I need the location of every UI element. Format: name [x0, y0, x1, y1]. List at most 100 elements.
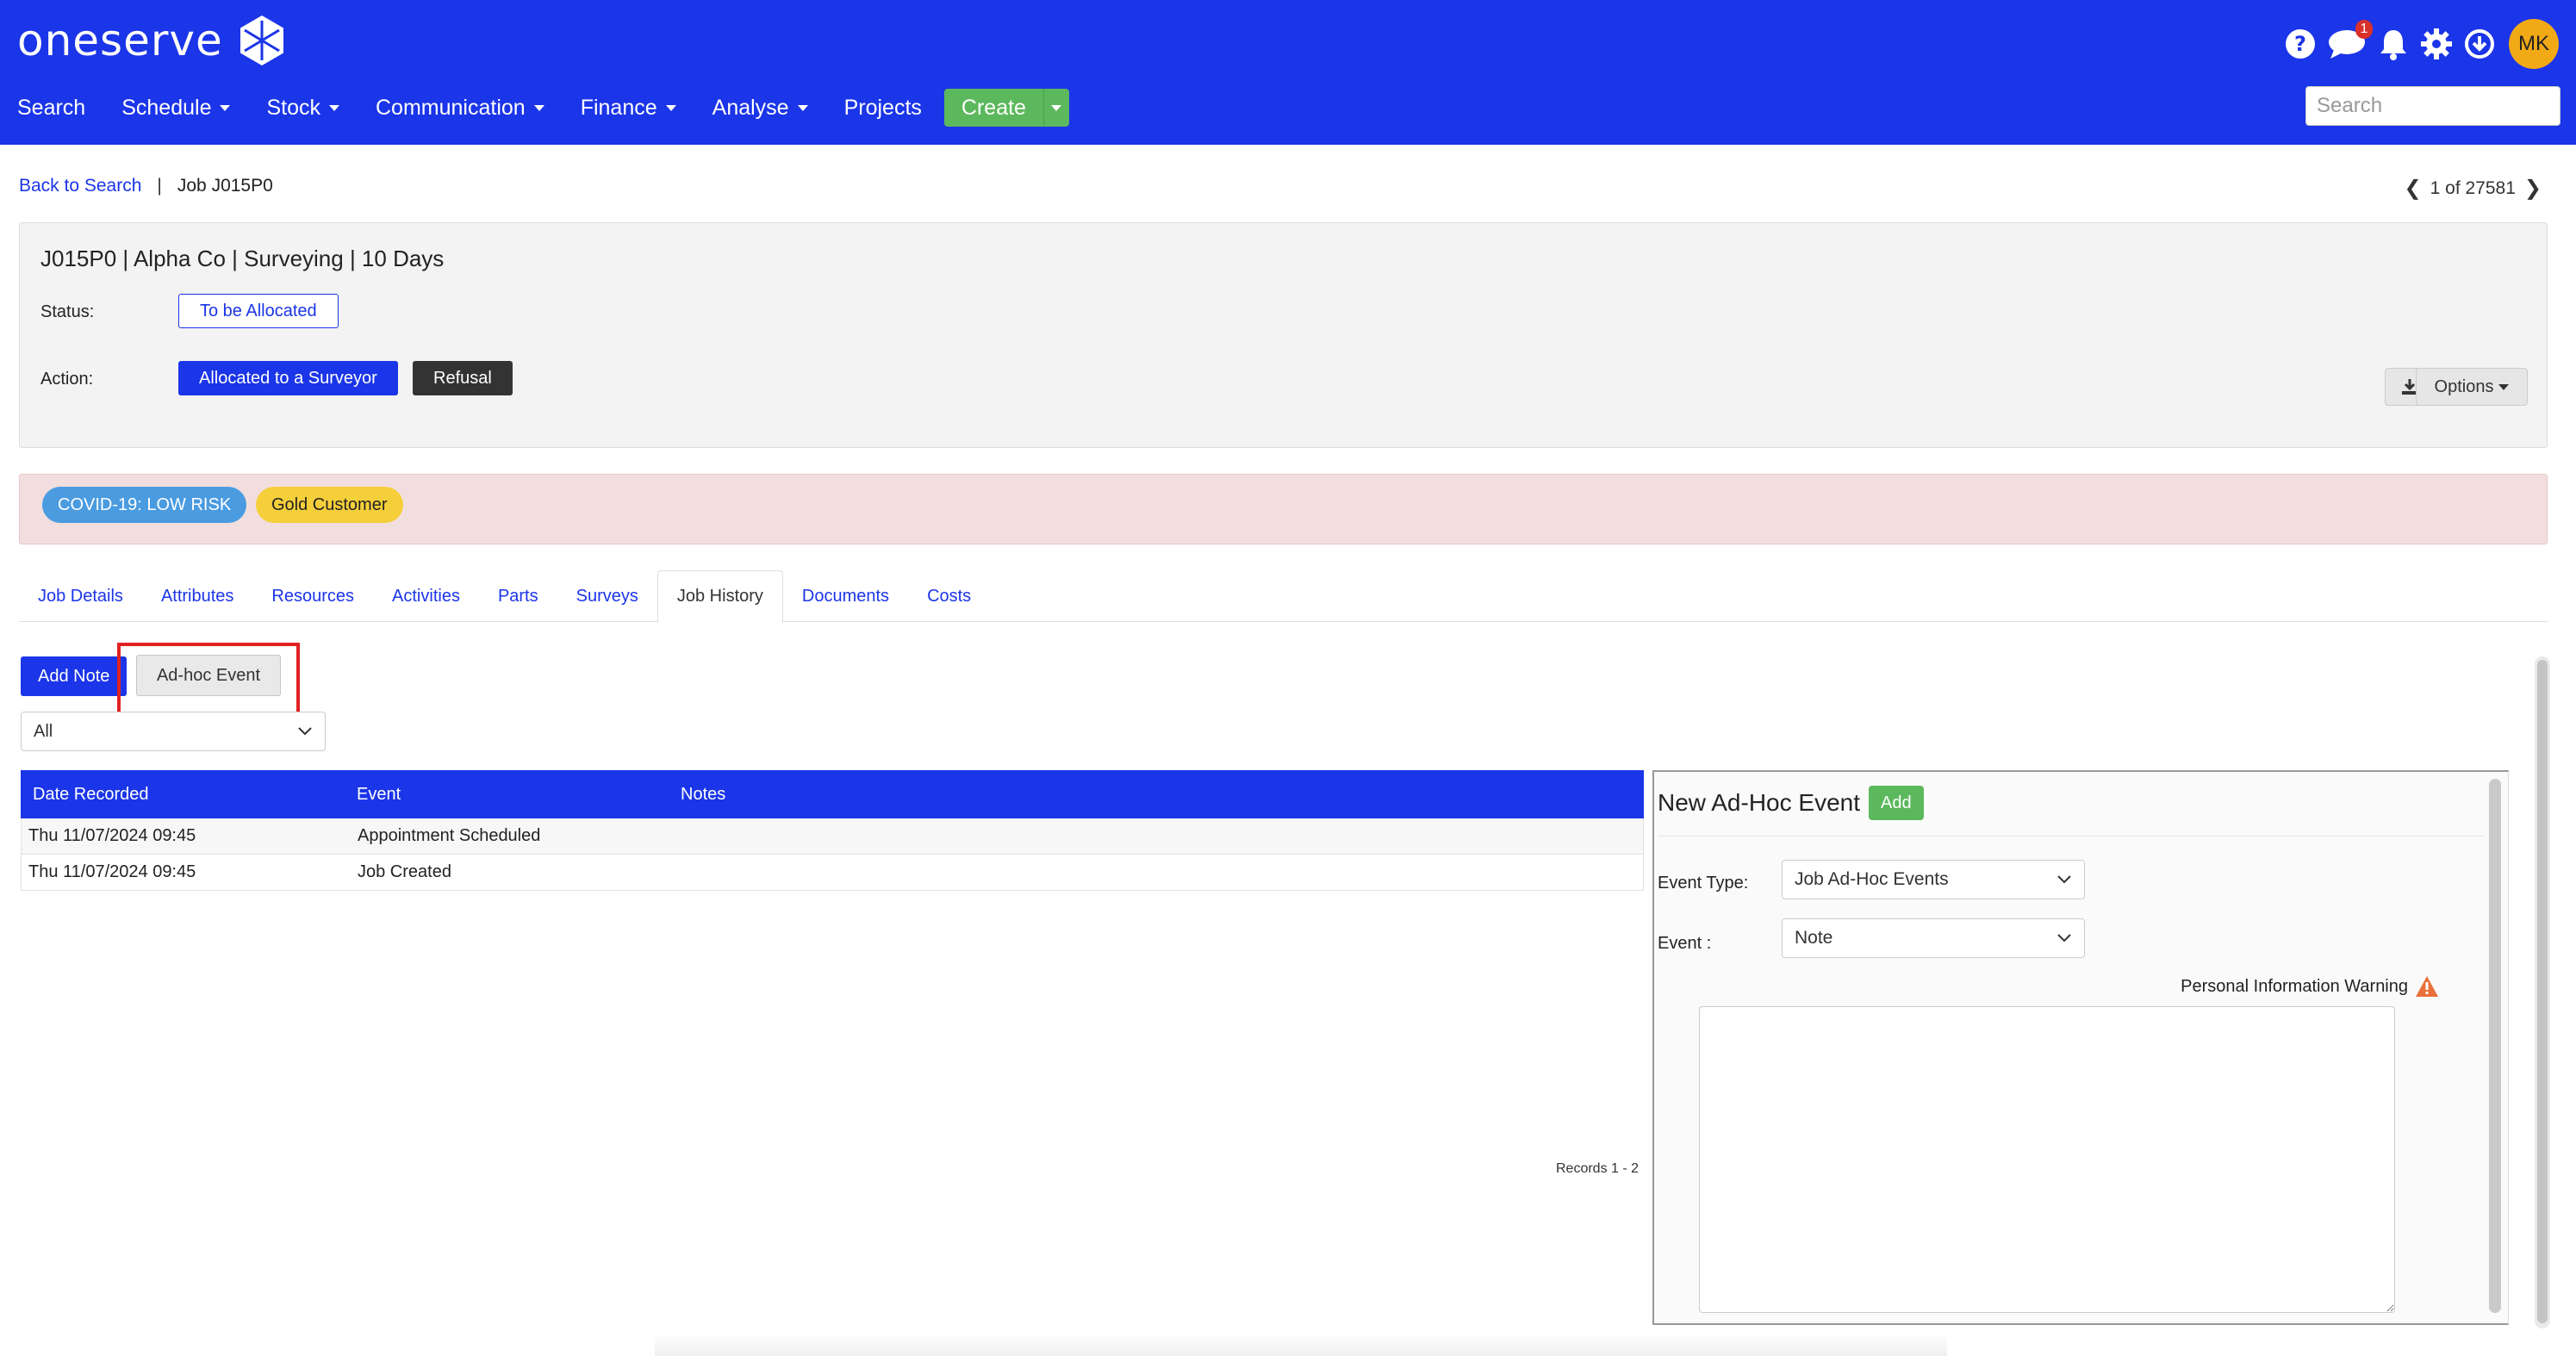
caret-down-icon: [533, 104, 544, 111]
tab-attributes[interactable]: Attributes: [142, 570, 252, 622]
caret-down-icon: [797, 104, 808, 111]
column-event[interactable]: Event: [345, 785, 669, 805]
column-date-recorded[interactable]: Date Recorded: [21, 785, 345, 805]
table-header: Date Recorded Event Notes: [21, 770, 1644, 818]
tab-costs[interactable]: Costs: [908, 570, 990, 622]
cell-event: Appointment Scheduled: [358, 826, 541, 845]
breadcrumb-current: Job J015P0: [177, 176, 273, 196]
create-button-group: Create: [943, 89, 1069, 127]
cell-event: Job Created: [358, 862, 451, 881]
record-pager: ❮ 1 of 27581 ❯: [2396, 176, 2550, 201]
logo[interactable]: oneserve: [17, 14, 289, 67]
tab-parts[interactable]: Parts: [479, 570, 557, 622]
caret-down-icon: [220, 104, 231, 111]
adhoc-panel-title: New Ad-Hoc Event: [1658, 789, 1860, 816]
adhoc-add-button[interactable]: Add: [1869, 786, 1924, 820]
logo-mark-icon: [240, 16, 283, 65]
tab-resources[interactable]: Resources: [252, 570, 373, 622]
page-scrollbar[interactable]: [2535, 656, 2550, 1328]
warning-text: Personal Information Warning: [2181, 976, 2408, 996]
main-nav: Search Schedule Stock Communication Fina…: [17, 86, 1069, 129]
nav-label: Finance: [580, 95, 657, 120]
history-filter-select[interactable]: All: [21, 712, 326, 751]
nav-analyse[interactable]: Analyse: [712, 96, 808, 121]
job-summary-panel: J015P0 | Alpha Co | Surveying | 10 Days …: [19, 222, 2548, 448]
event-select[interactable]: Note: [1782, 918, 2085, 958]
chevron-down-icon: [298, 727, 312, 736]
nav-label: Search: [17, 95, 86, 120]
nav-search[interactable]: Search: [17, 96, 85, 121]
add-note-button[interactable]: Add Note: [21, 656, 128, 696]
adhoc-panel-header: New Ad-Hoc Event Add: [1658, 786, 1924, 820]
chevron-left-icon[interactable]: ❮: [2405, 176, 2422, 201]
nav-communication[interactable]: Communication: [376, 96, 544, 121]
download-circle-icon[interactable]: [2462, 27, 2497, 61]
highlight-annotation-box: [117, 643, 300, 717]
table-row[interactable]: Thu 11/07/2024 09:45 Appointment Schedul…: [21, 818, 1644, 855]
panel-scrollbar[interactable]: [2489, 779, 2501, 1313]
back-to-search-link[interactable]: Back to Search: [19, 176, 141, 196]
chevron-down-icon: [2057, 934, 2071, 942]
event-type-value: Job Ad-Hoc Events: [1795, 869, 1949, 889]
create-dropdown-toggle[interactable]: [1042, 89, 1069, 127]
filter-value: All: [34, 721, 53, 741]
nav-label: Stock: [266, 95, 320, 120]
warning-icon[interactable]: [2415, 975, 2439, 998]
create-button[interactable]: Create: [943, 89, 1043, 127]
nav-projects[interactable]: Projects: [844, 96, 922, 121]
new-adhoc-event-panel: New Ad-Hoc Event Add Event Type: Job Ad-…: [1652, 770, 2509, 1325]
nav-label: Schedule: [121, 95, 212, 120]
options-label: Options: [2434, 376, 2494, 396]
nav-schedule[interactable]: Schedule: [121, 95, 231, 121]
global-search-input[interactable]: [2305, 86, 2560, 126]
nav-label: Analyse: [712, 95, 789, 120]
caret-down-icon: [665, 104, 676, 111]
top-navbar: oneserve Search Schedule Stock Communica…: [0, 0, 2576, 145]
status-label: Status:: [40, 302, 95, 321]
event-label: Event :: [1658, 934, 1712, 953]
column-notes[interactable]: Notes: [669, 785, 1644, 805]
gold-customer-badge: Gold Customer: [256, 487, 403, 523]
history-table: Date Recorded Event Notes Thu 11/07/2024…: [21, 770, 1644, 891]
options-dropdown-button[interactable]: Options: [2416, 368, 2528, 406]
adhoc-notes-textarea[interactable]: [1699, 1006, 2395, 1313]
nav-finance[interactable]: Finance: [581, 96, 676, 121]
nav-stock[interactable]: Stock: [266, 96, 339, 121]
tab-job-history[interactable]: Job History: [656, 570, 783, 623]
job-tabs: Job Details Attributes Resources Activit…: [19, 570, 2548, 623]
chevron-right-icon[interactable]: ❯: [2524, 176, 2542, 201]
status-badge[interactable]: To be Allocated: [178, 294, 339, 328]
nav-label: Communication: [376, 95, 526, 120]
page-scrollbar-thumb[interactable]: [2537, 660, 2548, 1323]
logo-text: oneserve: [17, 16, 223, 65]
bell-icon[interactable]: [2376, 27, 2411, 61]
breadcrumb: Back to Search | Job J015P0: [19, 176, 273, 196]
caret-down-icon: [1051, 104, 1062, 111]
nav-label: Projects: [843, 95, 922, 120]
breadcrumb-separator: |: [157, 176, 162, 196]
tab-job-details[interactable]: Job Details: [19, 570, 142, 622]
allocate-surveyor-button[interactable]: Allocated to a Surveyor: [178, 361, 398, 395]
tab-documents[interactable]: Documents: [783, 570, 908, 622]
gear-icon[interactable]: [2419, 27, 2454, 61]
event-type-label: Event Type:: [1658, 874, 1749, 893]
table-row[interactable]: Thu 11/07/2024 09:45 Job Created: [21, 855, 1644, 891]
header-icons: ? 1 MK: [2274, 19, 2559, 69]
event-type-select[interactable]: Job Ad-Hoc Events: [1782, 860, 2085, 899]
help-icon[interactable]: ?: [2283, 27, 2318, 61]
divider: [1658, 836, 2485, 837]
records-count: Records 1 - 2: [1556, 1161, 1640, 1176]
job-title: J015P0 | Alpha Co | Surveying | 10 Days: [40, 246, 445, 271]
chat-icon[interactable]: 1: [2326, 20, 2373, 61]
tab-activities[interactable]: Activities: [373, 570, 479, 622]
refusal-button[interactable]: Refusal: [413, 361, 513, 395]
action-label: Action:: [40, 370, 94, 389]
chevron-down-icon: [2057, 875, 2071, 884]
caret-down-icon: [2498, 383, 2510, 390]
cell-date: Thu 11/07/2024 09:45: [28, 826, 196, 845]
avatar[interactable]: MK: [2509, 19, 2559, 69]
tab-surveys[interactable]: Surveys: [557, 570, 657, 622]
cell-date: Thu 11/07/2024 09:45: [28, 862, 196, 881]
notification-badge: 1: [2355, 20, 2373, 39]
risk-tags-strip: COVID-19: LOW RISK Gold Customer: [19, 474, 2548, 544]
